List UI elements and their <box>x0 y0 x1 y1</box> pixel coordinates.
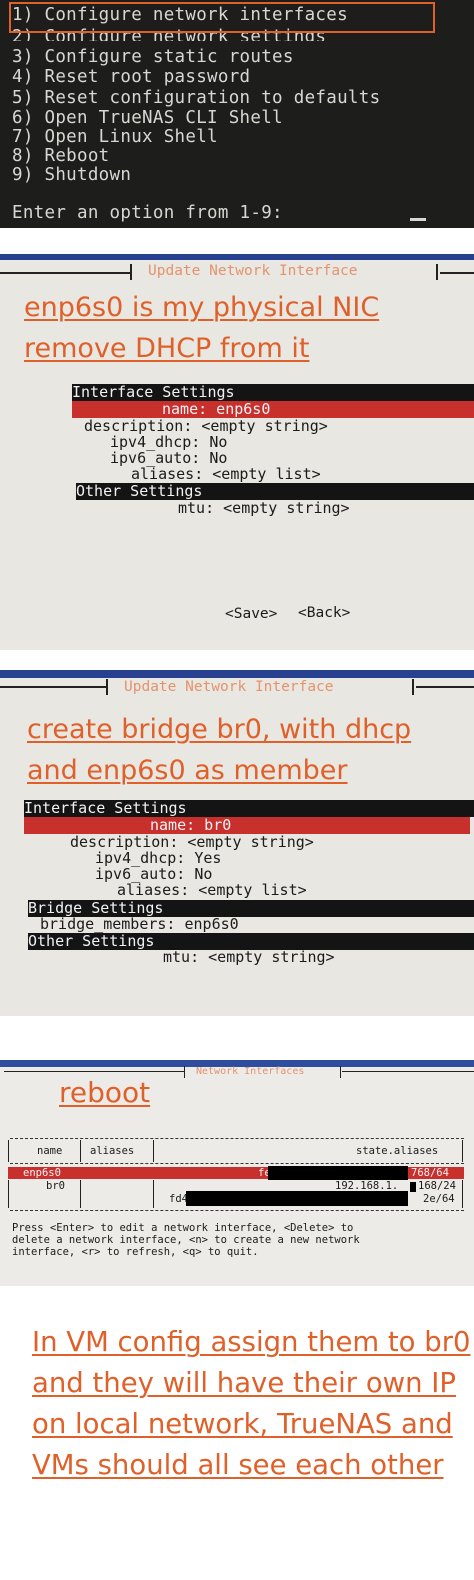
console-menu-screen: 1) Configure network interfaces 2) Confi… <box>0 0 474 228</box>
table-border-right <box>462 1140 463 1162</box>
table-border-left <box>8 1140 9 1162</box>
title-rule-right <box>440 272 474 274</box>
redaction-block <box>186 1191 408 1206</box>
name-field[interactable]: name: enp6s0 <box>72 401 474 418</box>
help-text: interface, <r> to refresh, <q> to quit. <box>12 1246 259 1258</box>
title-rule-divider <box>340 1066 341 1078</box>
column-separator <box>153 1180 154 1208</box>
title-rule-left <box>4 1071 184 1072</box>
help-text: delete a network interface, <n> to creat… <box>12 1234 360 1246</box>
screen-top-edge <box>0 670 474 678</box>
annotation-line: VMs should all see each other <box>32 1449 444 1481</box>
footer-annotation: In VM config assign them to br0 and they… <box>0 1310 474 1580</box>
row-alias-end: 2e/64 <box>423 1193 455 1205</box>
title-rule-divider <box>106 679 108 695</box>
table-border-left <box>8 1180 9 1208</box>
row-name-enp6s0: enp6s0 <box>23 1167 61 1179</box>
row-name-br0: br0 <box>46 1180 65 1192</box>
row-alias-end: 768/64 <box>411 1167 449 1179</box>
column-separator <box>80 1140 81 1162</box>
menu-option-9[interactable]: 9) Shutdown <box>12 165 131 185</box>
menu-option-3[interactable]: 3) Configure static routes <box>12 47 294 67</box>
bridge-members-field[interactable]: bridge_members: enp6s0 <box>40 916 239 933</box>
update-interface-screen-enp6s0: Update Network Interface enp6s0 is my ph… <box>0 254 474 650</box>
annotation-line: and they will have their own IP <box>32 1367 456 1399</box>
row-ip-end: 168/24 <box>418 1180 456 1192</box>
update-interface-screen-br0: Update Network Interface create bridge b… <box>0 670 474 1016</box>
menu-option-8[interactable]: 8) Reboot <box>12 146 110 166</box>
title-rule-left <box>0 272 130 274</box>
menu-option-4[interactable]: 4) Reset root password <box>12 67 250 87</box>
annotation-line: on local network, TrueNAS and <box>32 1408 453 1440</box>
section-other-settings: Other Settings <box>76 483 474 500</box>
column-separator <box>153 1140 154 1162</box>
section-interface-settings: Interface Settings <box>24 800 474 817</box>
title-rule-left <box>0 686 106 688</box>
highlight-annotation-box <box>9 2 435 33</box>
aliases-field[interactable]: aliases: <empty list> <box>131 466 321 483</box>
annotation-line: In VM config assign them to br0 <box>32 1326 471 1358</box>
annotation-line: create bridge br0, with dhcp <box>27 714 412 745</box>
menu-option-5[interactable]: 5) Reset configuration to defaults <box>12 88 380 108</box>
mtu-field[interactable]: mtu: <empty string> <box>178 500 350 517</box>
column-header-name: name <box>37 1145 63 1157</box>
annotation-reboot: reboot <box>59 1076 151 1109</box>
title-rule-divider <box>184 1066 185 1078</box>
title-rule-right <box>342 1071 474 1072</box>
title-rule-divider <box>412 679 414 695</box>
network-interfaces-screen: Network Interfaces reboot name aliases s… <box>0 1060 474 1286</box>
section-interface-settings: Interface Settings <box>72 384 474 401</box>
redaction-block <box>268 1166 408 1180</box>
annotation-line: and enp6s0 as member <box>27 755 348 786</box>
column-separator <box>80 1180 81 1208</box>
menu-option-7[interactable]: 7) Open Linux Shell <box>12 127 218 147</box>
screen-top-edge <box>0 254 474 260</box>
save-button[interactable]: <Save> <box>225 606 277 622</box>
dialog-title: Update Network Interface <box>124 679 334 695</box>
dialog-title: Update Network Interface <box>148 263 358 279</box>
column-header-aliases: aliases <box>90 1145 135 1157</box>
text-cursor <box>410 218 426 221</box>
annotation-line: remove DHCP from it <box>24 333 310 364</box>
column-header-state-aliases: state.aliases <box>356 1145 439 1157</box>
title-rule-divider <box>436 264 438 280</box>
option-prompt[interactable]: Enter an option from 1-9: <box>12 203 283 223</box>
annotation-line: enp6s0 is my physical NIC <box>24 292 380 323</box>
help-text: Press <Enter> to edit a network interfac… <box>12 1222 354 1234</box>
table-border-right <box>462 1180 463 1208</box>
title-rule-divider <box>130 264 132 280</box>
mtu-field[interactable]: mtu: <empty string> <box>163 949 335 966</box>
back-button[interactable]: <Back> <box>298 605 350 621</box>
table-border-top <box>10 1138 464 1139</box>
aliases-field[interactable]: aliases: <empty list> <box>117 882 307 899</box>
name-field[interactable]: name: br0 <box>24 817 470 834</box>
redaction-block <box>410 1182 416 1192</box>
table-border-bottom <box>10 1210 464 1211</box>
table-header-rule <box>10 1163 464 1164</box>
menu-option-6[interactable]: 6) Open TrueNAS CLI Shell <box>12 108 283 128</box>
dialog-title: Network Interfaces <box>196 1066 305 1077</box>
title-rule-right <box>416 686 474 688</box>
